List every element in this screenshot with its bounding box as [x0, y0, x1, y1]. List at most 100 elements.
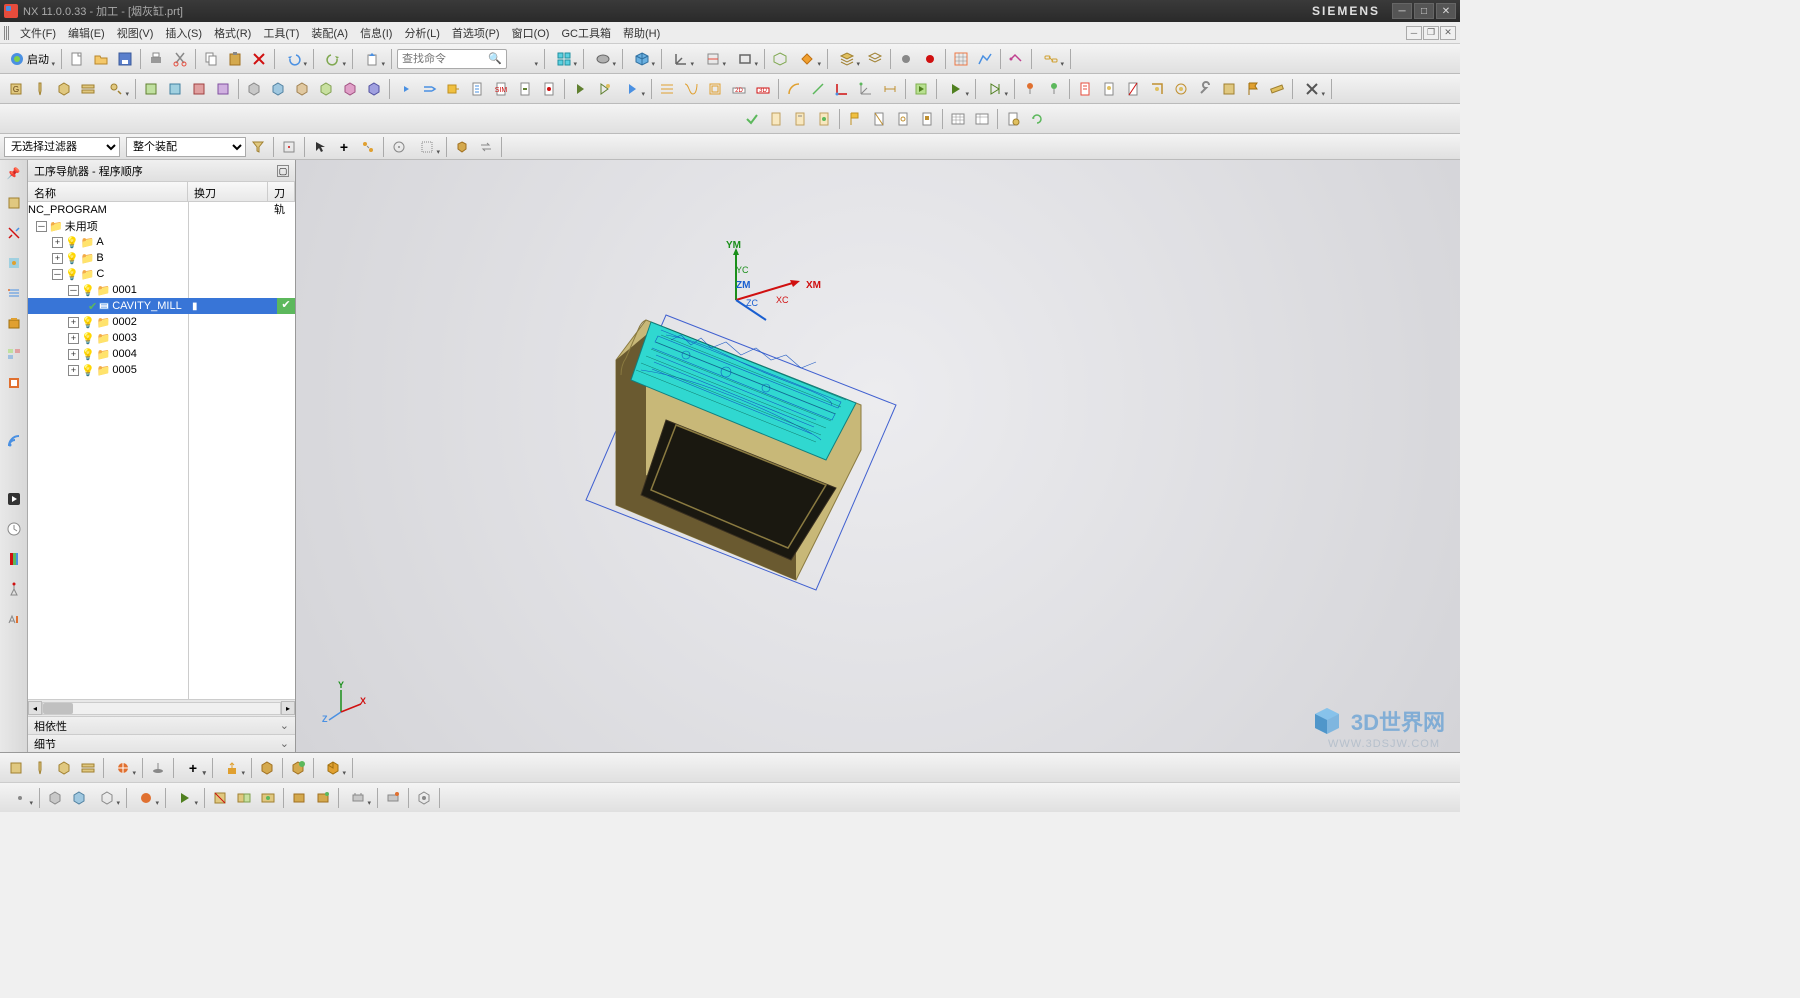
rail-btn-annot[interactable]: [3, 608, 25, 630]
line-button[interactable]: [807, 78, 829, 100]
btm2-6[interactable]: [170, 787, 200, 809]
tool-2[interactable]: [793, 48, 823, 70]
btm-1[interactable]: [5, 757, 27, 779]
minimize-button[interactable]: ─: [1392, 3, 1412, 19]
tool-shelf-2[interactable]: [1170, 78, 1192, 100]
doc-4[interactable]: [868, 108, 890, 130]
btm2-4[interactable]: [92, 787, 122, 809]
post-4[interactable]: [466, 78, 488, 100]
misc-1[interactable]: [974, 48, 996, 70]
gear-doc[interactable]: [1002, 108, 1024, 130]
clip-button[interactable]: [698, 48, 728, 70]
tree-root[interactable]: NC_PROGRAM: [28, 202, 295, 218]
tree-0004[interactable]: +💡📁0004: [28, 346, 295, 362]
probe-2[interactable]: [1043, 78, 1065, 100]
tree-unused[interactable]: ─📁未用项: [28, 218, 295, 234]
btm2-12[interactable]: [343, 787, 373, 809]
menu-insert[interactable]: 插入(S): [159, 23, 208, 43]
chain-button[interactable]: [1036, 48, 1066, 70]
cam-verify-3[interactable]: [291, 78, 313, 100]
cut-button[interactable]: [169, 48, 191, 70]
tool-shelf-1[interactable]: [1146, 78, 1168, 100]
cam-create-op[interactable]: [101, 78, 131, 100]
menu-window[interactable]: 窗口(O): [506, 23, 556, 43]
paste-button[interactable]: [224, 48, 246, 70]
open-button[interactable]: [90, 48, 112, 70]
view-style-button[interactable]: [549, 48, 579, 70]
layers-button[interactable]: [832, 48, 862, 70]
search-dd[interactable]: [510, 48, 540, 70]
rail-btn-3[interactable]: [3, 252, 25, 274]
check-button[interactable]: [741, 108, 763, 130]
menu-format[interactable]: 格式(R): [208, 23, 257, 43]
btm2-9[interactable]: [257, 787, 279, 809]
btm2-1[interactable]: [5, 787, 35, 809]
cam-create-method[interactable]: [77, 78, 99, 100]
rail-btn-play[interactable]: [3, 488, 25, 510]
doc-6[interactable]: [916, 108, 938, 130]
btm2-7[interactable]: [209, 787, 231, 809]
copy-button[interactable]: [200, 48, 222, 70]
cam-gen-1[interactable]: [140, 78, 162, 100]
filter-btn-2[interactable]: [278, 136, 300, 158]
rail-btn-4[interactable]: [3, 282, 25, 304]
cam-gen-2[interactable]: [164, 78, 186, 100]
post-7[interactable]: [538, 78, 560, 100]
btm-2[interactable]: [29, 757, 51, 779]
table-2[interactable]: [971, 108, 993, 130]
doc-5[interactable]: [892, 108, 914, 130]
post-2[interactable]: [418, 78, 440, 100]
mdi-restore[interactable]: ❐: [1423, 26, 1439, 40]
col-cut[interactable]: 刀轨: [268, 182, 295, 201]
dim-button[interactable]: [879, 78, 901, 100]
rail-btn-7[interactable]: [3, 372, 25, 394]
doc-3[interactable]: [813, 108, 835, 130]
filter-btn-3[interactable]: [357, 136, 379, 158]
pin-icon[interactable]: 📌: [3, 162, 25, 184]
btm2-14[interactable]: [413, 787, 435, 809]
shade-button[interactable]: [588, 48, 618, 70]
cursor-button[interactable]: [309, 136, 331, 158]
menu-info[interactable]: 信息(I): [354, 23, 398, 43]
redo-button[interactable]: [318, 48, 348, 70]
rail-btn-probe[interactable]: [3, 578, 25, 600]
misc-2[interactable]: [1005, 48, 1027, 70]
start-button[interactable]: 启动: [5, 48, 57, 70]
maximize-button[interactable]: □: [1414, 3, 1434, 19]
btm2-8[interactable]: [233, 787, 255, 809]
menu-gctools[interactable]: GC工具箱: [555, 23, 617, 43]
up-button[interactable]: [357, 48, 387, 70]
dependency-panel[interactable]: 相依性⌄: [28, 716, 295, 734]
post-3[interactable]: [442, 78, 464, 100]
undo-button[interactable]: [279, 48, 309, 70]
btm2-2[interactable]: [44, 787, 66, 809]
scope-filter[interactable]: 整个装配: [126, 137, 246, 157]
ruler-button[interactable]: [1266, 78, 1288, 100]
save-button[interactable]: [114, 48, 136, 70]
cam-gen-3[interactable]: [188, 78, 210, 100]
selection-filter[interactable]: 无选择过滤器: [4, 137, 120, 157]
command-finder[interactable]: 🔍: [397, 49, 507, 69]
toolpath-4[interactable]: 2D: [728, 78, 750, 100]
print-button[interactable]: [145, 48, 167, 70]
navigator-close[interactable]: ▢: [277, 165, 289, 177]
rail-btn-clock[interactable]: [3, 518, 25, 540]
rail-btn-2[interactable]: [3, 222, 25, 244]
menu-tools[interactable]: 工具(T): [257, 23, 305, 43]
tree-0005[interactable]: +💡📁0005: [28, 362, 295, 378]
tool-1[interactable]: [769, 48, 791, 70]
record-on[interactable]: [919, 48, 941, 70]
mdi-close[interactable]: ✕: [1440, 26, 1456, 40]
rail-btn-color[interactable]: [3, 548, 25, 570]
record-off[interactable]: [895, 48, 917, 70]
btm2-10[interactable]: [288, 787, 310, 809]
btm-9[interactable]: [287, 757, 309, 779]
post-6[interactable]: [514, 78, 536, 100]
btm-7[interactable]: [217, 757, 247, 779]
cam-verify-4[interactable]: [315, 78, 337, 100]
btm2-3[interactable]: [68, 787, 90, 809]
play-2[interactable]: [593, 78, 615, 100]
arc-button[interactable]: [783, 78, 805, 100]
delete-button[interactable]: [248, 48, 270, 70]
rail-btn-rss[interactable]: [3, 430, 25, 452]
